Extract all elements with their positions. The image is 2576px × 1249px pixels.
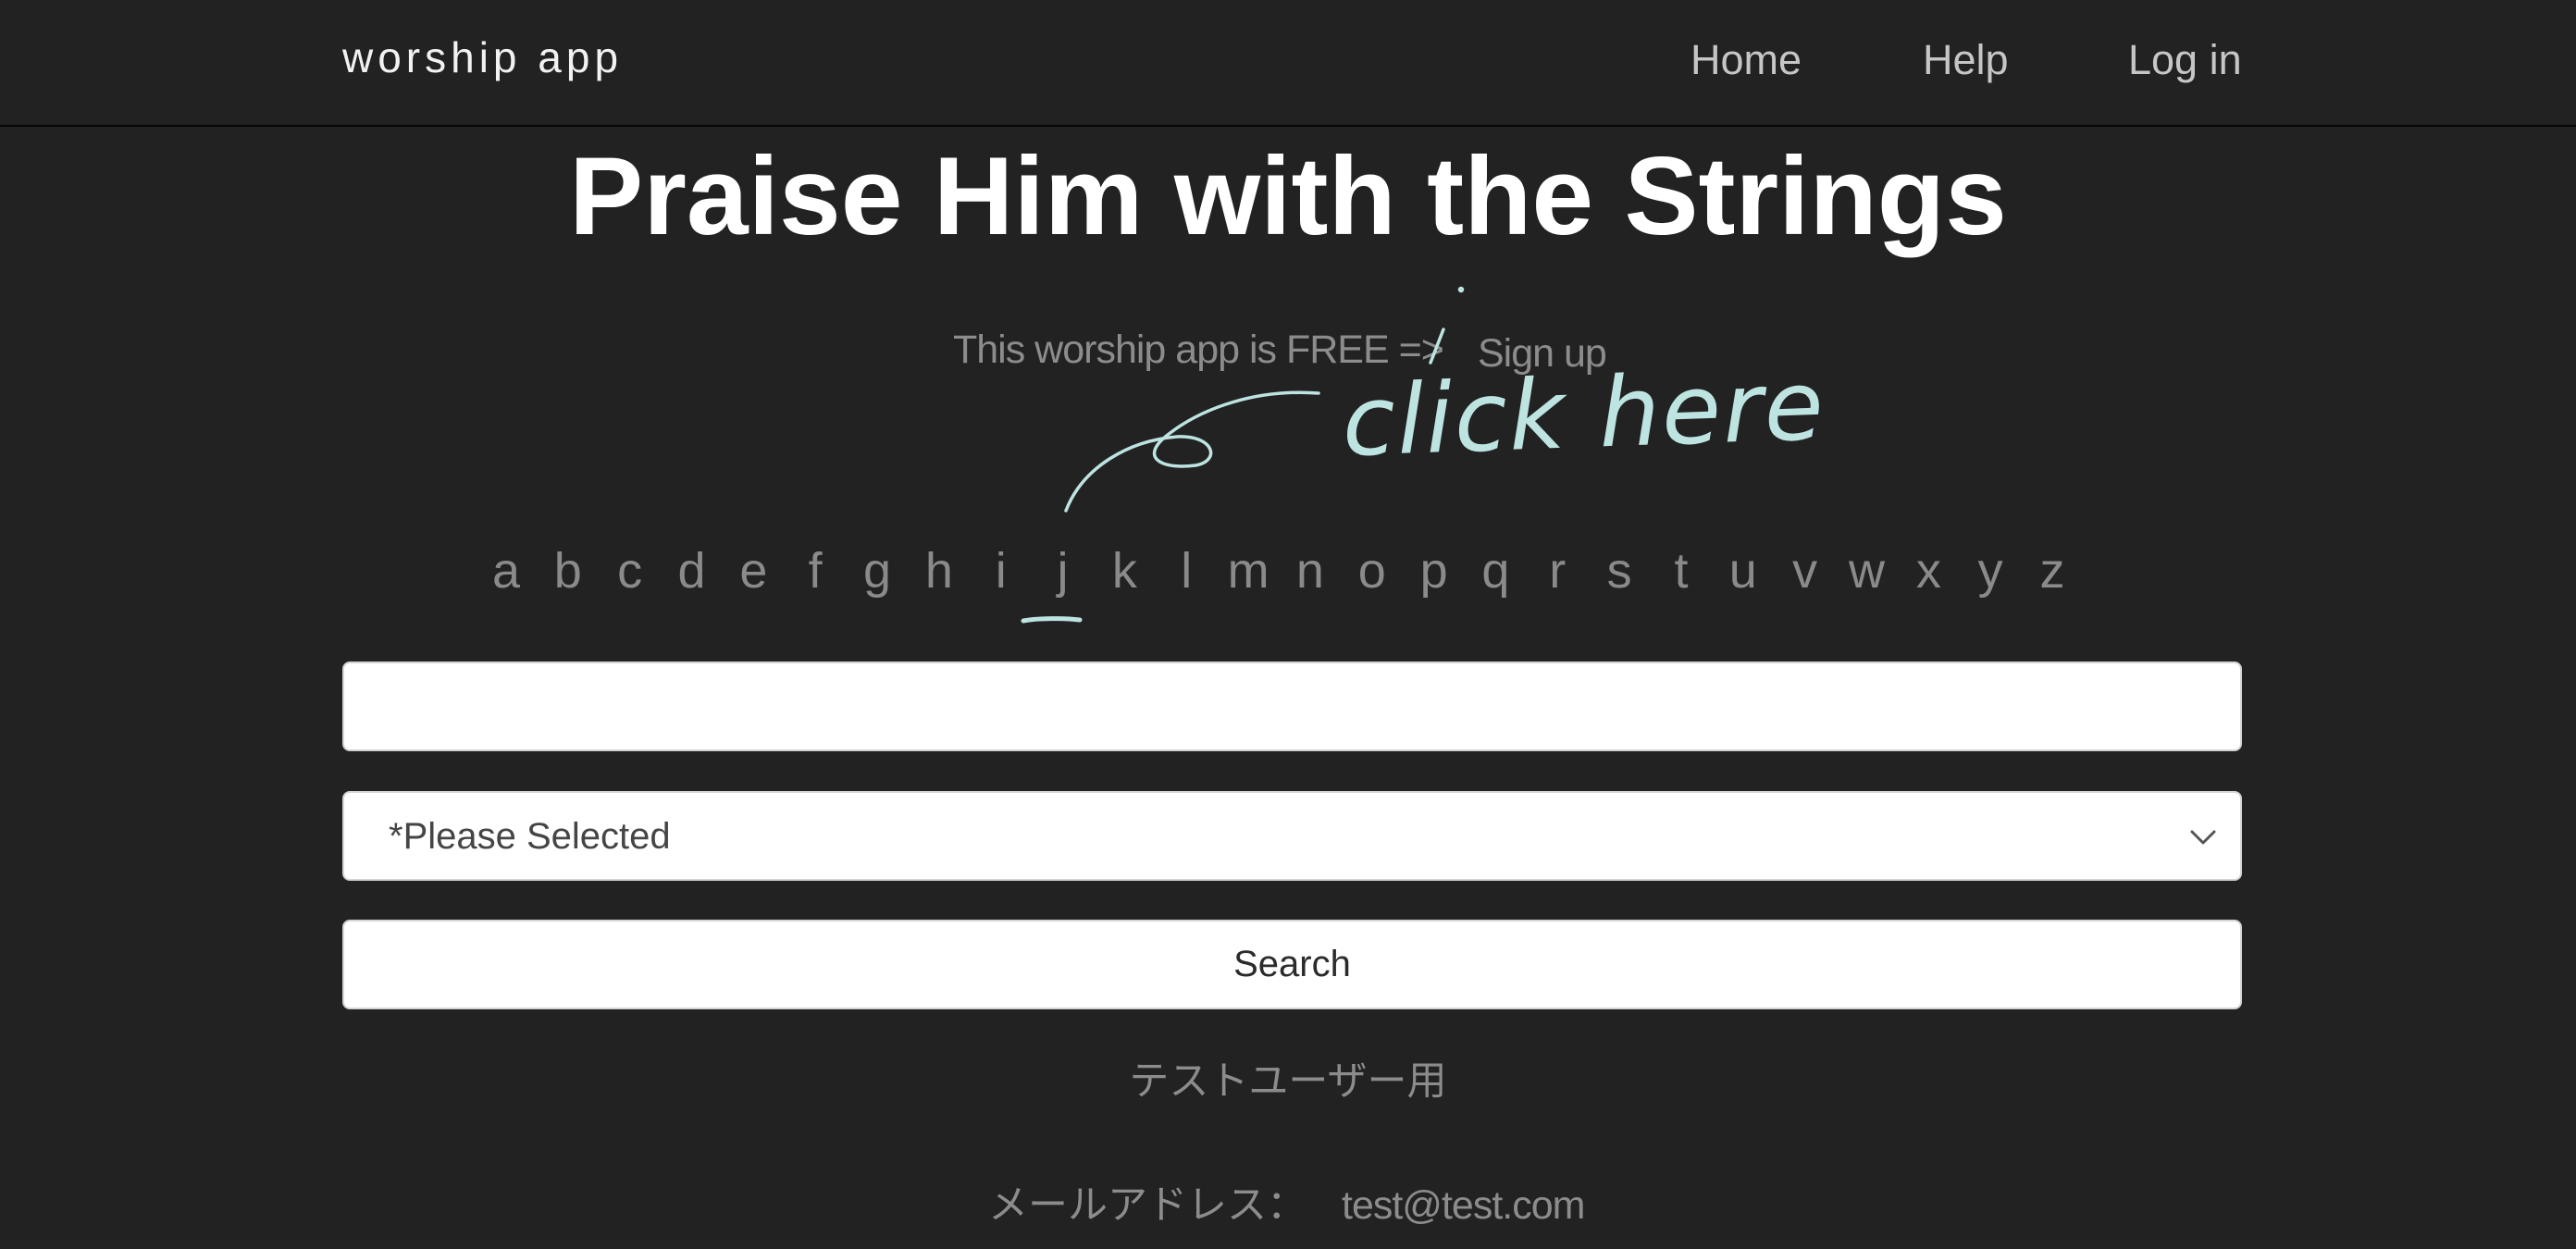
- nav-login-link[interactable]: Log in: [2128, 31, 2242, 89]
- alphabet-letter-x[interactable]: x: [1901, 537, 1956, 605]
- alphabet-letter-e[interactable]: e: [725, 537, 781, 605]
- alphabet-letter-k[interactable]: k: [1096, 537, 1152, 605]
- alphabet-letter-q[interactable]: q: [1468, 537, 1523, 605]
- alphabet-letter-t[interactable]: t: [1653, 537, 1709, 605]
- annotation-j-underline: [1021, 616, 1083, 624]
- search-input[interactable]: [342, 662, 2242, 751]
- alphabet-letter-v[interactable]: v: [1777, 537, 1833, 605]
- category-select[interactable]: *Please Selected: [342, 791, 2242, 881]
- alphabet-letter-u[interactable]: u: [1715, 537, 1771, 605]
- brand-logo-link[interactable]: worship app: [342, 28, 623, 87]
- test-email-value: test@test.com: [1342, 1183, 1585, 1228]
- alphabet-letter-h[interactable]: h: [911, 537, 967, 605]
- page-title: Praise Him with the Strings: [569, 134, 2007, 258]
- test-user-heading: テストユーザー用: [1129, 1059, 1447, 1104]
- nav-help-link[interactable]: Help: [1923, 31, 2009, 89]
- annotation-arrow-stroke: [1064, 390, 1320, 513]
- alphabet-letter-d[interactable]: d: [664, 537, 720, 605]
- test-email-label: メールアドレス：: [988, 1183, 1307, 1228]
- alphabet-letter-m[interactable]: m: [1220, 537, 1276, 605]
- alphabet-letter-r[interactable]: r: [1530, 537, 1585, 605]
- navbar: worship app Home Help Log in: [0, 0, 2576, 127]
- alphabet-letter-i[interactable]: i: [973, 537, 1029, 605]
- alphabet-letter-s[interactable]: s: [1591, 537, 1647, 605]
- alphabet-letter-o[interactable]: o: [1344, 537, 1400, 605]
- nav-home-link[interactable]: Home: [1690, 31, 1802, 89]
- alphabet-letter-a[interactable]: a: [478, 537, 534, 605]
- signup-link[interactable]: Sign up: [1478, 328, 1607, 379]
- page: worship app Home Help Log in Praise Him …: [0, 0, 2576, 1249]
- chevron-down-icon: [2190, 830, 2216, 845]
- free-text: This worship app is FREE =>: [953, 328, 1444, 372]
- alphabet-letter-l[interactable]: l: [1158, 537, 1214, 605]
- alphabet-letter-c[interactable]: c: [602, 537, 658, 605]
- alphabet-letter-j[interactable]: j: [1035, 537, 1091, 605]
- alphabet-letter-z[interactable]: z: [2025, 537, 2080, 605]
- alphabet-letter-w[interactable]: w: [1839, 537, 1894, 605]
- alphabet-index: abcdefghijklmnopqrstuvwxyz: [0, 537, 2576, 611]
- alphabet-letter-b[interactable]: b: [540, 537, 596, 605]
- alphabet-letter-p[interactable]: p: [1406, 537, 1462, 605]
- alphabet-letter-y[interactable]: y: [1963, 537, 2018, 605]
- select-selected-value: *Please Selected: [389, 816, 671, 857]
- annotation-dot: [1457, 286, 1465, 293]
- alphabet-letter-g[interactable]: g: [849, 537, 905, 605]
- alphabet-letter-n[interactable]: n: [1282, 537, 1338, 605]
- search-button[interactable]: Search: [342, 920, 2242, 1009]
- alphabet-letter-f[interactable]: f: [787, 537, 843, 605]
